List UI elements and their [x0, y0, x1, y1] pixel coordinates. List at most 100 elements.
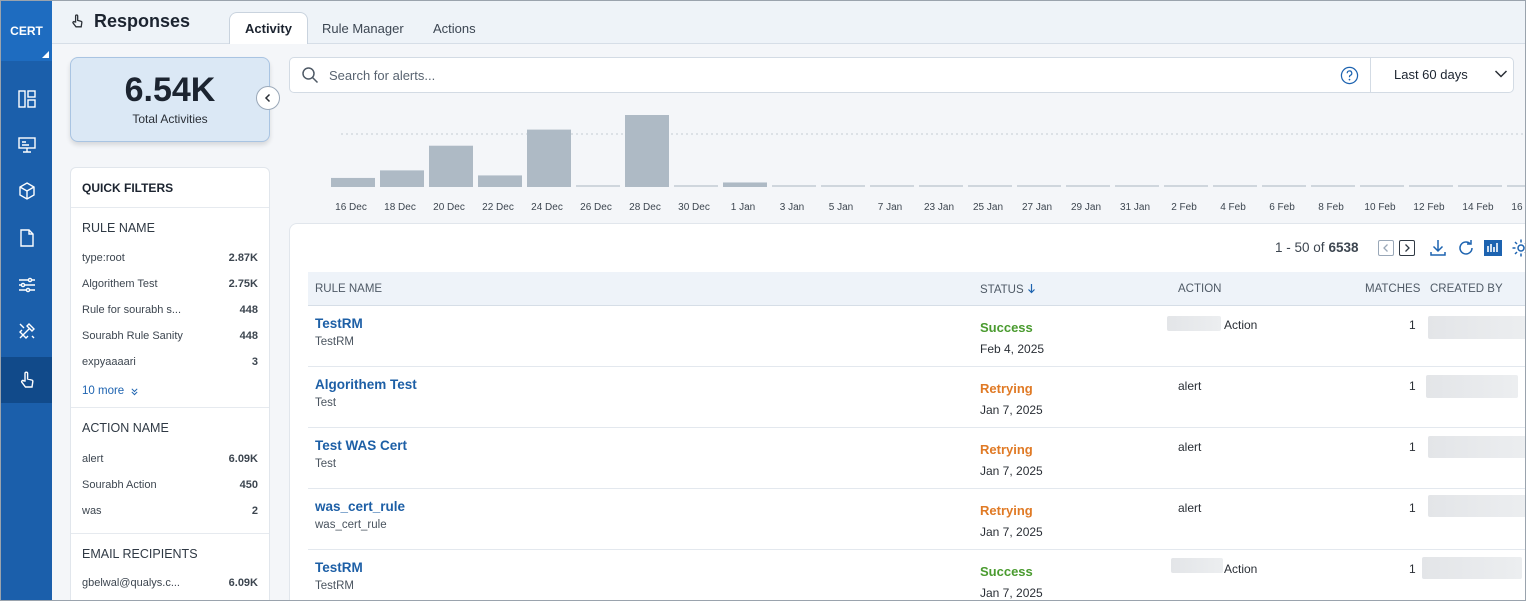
previous-page-button[interactable] — [1378, 240, 1394, 256]
status-date: Feb 4, 2025 — [980, 342, 1045, 356]
chart-toggle-icon[interactable] — [1483, 238, 1503, 258]
filter-item[interactable]: alert 6.09K — [82, 446, 258, 472]
histogram-bar[interactable] — [1458, 185, 1502, 187]
histogram-bar[interactable] — [429, 145, 473, 187]
rule-name-link[interactable]: Algorithem Test — [315, 377, 417, 392]
x-tick-label: 18 Dec — [384, 202, 416, 213]
filter-item-count: 3 — [251, 356, 258, 368]
column-header-status[interactable]: STATUS — [980, 283, 1036, 296]
table-row[interactable]: was_cert_rule was_cert_rule Retrying Jan… — [308, 489, 1525, 550]
collapse-filters-button[interactable] — [256, 86, 280, 110]
nav-assets[interactable] — [1, 168, 52, 214]
tab-actions[interactable]: Actions — [418, 12, 491, 44]
rule-subtitle: TestRM — [315, 580, 354, 592]
filter-item[interactable]: Algorithem Test 2.75K — [82, 271, 258, 297]
histogram-bar[interactable] — [1262, 185, 1306, 187]
histogram-bar[interactable] — [919, 185, 963, 187]
chevron-left-icon — [1383, 244, 1388, 252]
status-date: Jan 7, 2025 — [980, 525, 1043, 539]
table-row[interactable]: Test WAS Cert Test Retrying Jan 7, 2025 … — [308, 428, 1525, 489]
column-header-rule-name[interactable]: RULE NAME — [315, 283, 382, 295]
histogram-bar[interactable] — [1017, 185, 1061, 187]
filter-item[interactable]: Sourabh Rule Sanity 448 — [82, 323, 258, 349]
table-row[interactable]: Algorithem Test Test Retrying Jan 7, 202… — [308, 367, 1525, 428]
action-value: Action — [1224, 562, 1258, 576]
refresh-icon[interactable] — [1456, 238, 1476, 258]
filter-item[interactable]: Rule for sourabh s... 448 — [82, 297, 258, 323]
rule-name-link[interactable]: Test WAS Cert — [315, 438, 407, 453]
settings-gear-icon[interactable] — [1511, 238, 1526, 258]
tab-rule-manager[interactable]: Rule Manager — [307, 12, 419, 44]
histogram-bar[interactable] — [1409, 185, 1453, 187]
status-badge: Retrying — [980, 503, 1033, 518]
histogram-bar[interactable] — [1213, 185, 1257, 187]
histogram-bar[interactable] — [723, 182, 767, 187]
total-activities-label: Total Activities — [132, 112, 208, 126]
filter-item-label: Sourabh Action — [82, 479, 157, 491]
nav-reports[interactable] — [1, 215, 52, 261]
histogram-bar[interactable] — [1066, 185, 1110, 187]
histogram-bar[interactable] — [1115, 185, 1159, 187]
pagination-range: 1 - 50 of — [1275, 240, 1325, 255]
matches-count: 1 — [1409, 562, 1416, 576]
histogram-bar[interactable] — [821, 185, 865, 187]
filter-item[interactable]: Sourabh Action 450 — [82, 472, 258, 498]
nav-configuration[interactable] — [1, 262, 52, 308]
left-nav-rail: CERT — [1, 1, 52, 600]
histogram-bar[interactable] — [527, 129, 571, 187]
table-row[interactable]: TestRM TestRM Success Feb 4, 2025 Action… — [308, 306, 1525, 367]
histogram-bar[interactable] — [1507, 185, 1526, 187]
histogram-bar[interactable] — [772, 185, 816, 187]
filter-item[interactable]: expyaaaari 3 — [82, 349, 258, 375]
table-row[interactable]: TestRM TestRM Success Jan 7, 2025 Action… — [308, 550, 1525, 600]
column-header-created-by[interactable]: CREATED BY — [1430, 283, 1503, 295]
action-value: Action — [1224, 318, 1258, 332]
histogram-bar[interactable] — [1360, 185, 1404, 187]
filter-item[interactable]: gbelwal@qualys.c... 6.09K — [82, 570, 258, 596]
x-tick-label: 7 Jan — [878, 202, 902, 213]
show-more-label: 10 more — [82, 385, 125, 397]
filter-item-label: was — [82, 505, 102, 517]
redacted-created-by — [1426, 375, 1518, 398]
app-frame: CERT Responses Activity Rule Manager Act… — [0, 0, 1526, 601]
pagination-summary: 1 - 50 of 6538 — [1275, 240, 1359, 255]
help-icon[interactable] — [1340, 66, 1359, 85]
filter-item[interactable]: type:root 2.87K — [82, 245, 258, 271]
rule-name-link[interactable]: TestRM — [315, 316, 363, 331]
cube-icon — [18, 182, 35, 200]
histogram-bar[interactable] — [625, 115, 669, 187]
download-icon[interactable] — [1428, 238, 1448, 258]
matches-count: 1 — [1409, 318, 1416, 332]
histogram-bar[interactable] — [968, 185, 1012, 187]
app-switcher[interactable]: CERT — [1, 1, 52, 61]
histogram-bar[interactable] — [576, 185, 620, 187]
column-header-matches[interactable]: MATCHES — [1365, 283, 1420, 295]
filter-item[interactable]: was 2 — [82, 498, 258, 524]
sliders-icon — [18, 277, 35, 293]
nav-responses[interactable] — [1, 357, 52, 403]
x-tick-label: 2 Feb — [1171, 202, 1197, 213]
search-input[interactable] — [329, 64, 1319, 86]
x-tick-label: 8 Feb — [1318, 202, 1344, 213]
column-header-action[interactable]: ACTION — [1178, 283, 1221, 295]
nav-monitor[interactable] — [1, 122, 52, 168]
histogram-bar[interactable] — [1311, 185, 1355, 187]
filter-item-count: 448 — [239, 330, 258, 342]
histogram-bar[interactable] — [478, 175, 522, 187]
tab-activity[interactable]: Activity — [229, 12, 308, 44]
x-tick-label: 16 Dec — [335, 202, 367, 213]
histogram-bar[interactable] — [331, 177, 375, 187]
histogram-bar[interactable] — [674, 185, 718, 187]
rule-name-link[interactable]: TestRM — [315, 560, 363, 575]
show-more-link[interactable]: 10 more — [82, 375, 258, 407]
chevron-down-icon[interactable] — [1494, 69, 1508, 79]
nav-tools[interactable] — [1, 308, 52, 354]
histogram-bar[interactable] — [870, 185, 914, 187]
date-range-select[interactable]: Last 60 days — [1394, 67, 1468, 82]
nav-dashboard[interactable] — [1, 76, 52, 122]
histogram-bar[interactable] — [1164, 185, 1208, 187]
next-page-button[interactable] — [1399, 240, 1415, 256]
rule-name-link[interactable]: was_cert_rule — [315, 499, 405, 514]
activity-histogram: 16 Dec 18 Dec 20 Dec 22 Dec 24 Dec 26 Dec 28 D… — [331, 115, 1526, 213]
histogram-bar[interactable] — [380, 170, 424, 187]
